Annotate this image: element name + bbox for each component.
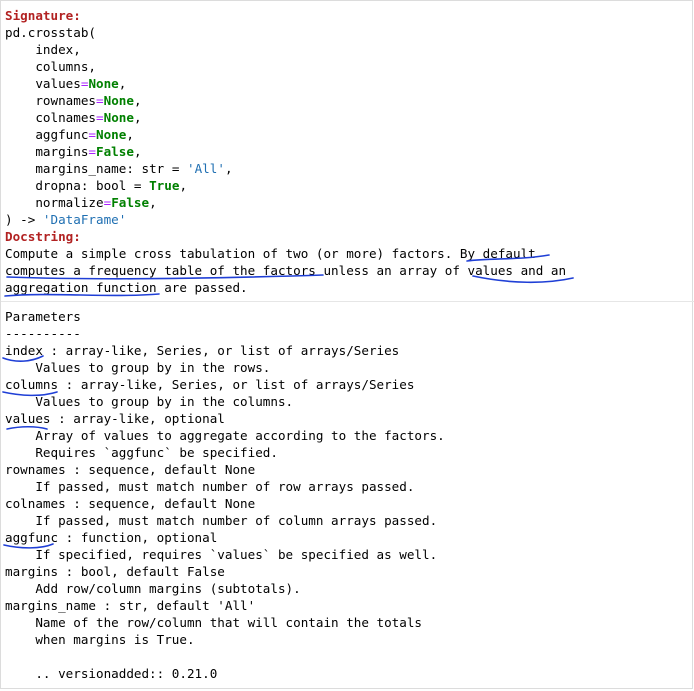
params-line: values : array-like, optional: [5, 411, 225, 426]
docstring-line: aggregation function are passed.: [5, 280, 248, 295]
params-line: margins : bool, default False: [5, 564, 225, 579]
signature-param: columns,: [35, 59, 97, 74]
signature-return: ) -> 'DataFrame': [5, 212, 127, 227]
params-line: aggfunc : function, optional: [5, 530, 218, 545]
params-line: Requires `aggfunc` be specified.: [5, 445, 278, 460]
params-line: Values to group by in the rows.: [5, 360, 271, 375]
signature-param: index,: [35, 42, 81, 57]
signature-param: normalize=False,: [35, 195, 157, 210]
params-line: columns : array-like, Series, or list of…: [5, 377, 415, 392]
params-line: Add row/column margins (subtotals).: [5, 581, 301, 596]
signature-param: dropna: bool = True,: [35, 178, 188, 193]
params-line: index : array-like, Series, or list of a…: [5, 343, 400, 358]
params-line: when margins is True.: [5, 632, 195, 647]
params-line: .. versionadded:: 0.21.0: [5, 666, 218, 681]
section-divider: [1, 301, 694, 302]
params-line: rownames : sequence, default None: [5, 462, 256, 477]
docstring-line: computes a frequency table of the factor…: [5, 263, 567, 278]
signature-param: aggfunc=None,: [35, 127, 134, 142]
docstring-line: Compute a simple cross tabulation of two…: [5, 246, 536, 261]
params-line: Array of values to aggregate according t…: [5, 428, 445, 443]
signature-param: margins_name: str = 'All',: [35, 161, 233, 176]
signature-call: pd.crosstab(: [5, 25, 96, 40]
signature-header: Signature:: [5, 8, 81, 23]
docstring-header: Docstring:: [5, 229, 81, 244]
signature-param: margins=False,: [35, 144, 142, 159]
params-line: If specified, requires `values` be speci…: [5, 547, 438, 562]
params-line: Parameters: [5, 309, 81, 324]
params-line: ----------: [5, 326, 81, 341]
params-line: Values to group by in the columns.: [5, 394, 294, 409]
params-line: Name of the row/column that will contain…: [5, 615, 423, 630]
params-line: If passed, must match number of row arra…: [5, 479, 415, 494]
params-line: margins_name : str, default 'All': [5, 598, 256, 613]
signature-param: values=None,: [35, 76, 127, 91]
params-line: If passed, must match number of column a…: [5, 513, 438, 528]
signature-param: colnames=None,: [35, 110, 142, 125]
params-line: colnames : sequence, default None: [5, 496, 256, 511]
help-output-panel: Signature: pd.crosstab( index, columns, …: [0, 0, 694, 689]
signature-param: rownames=None,: [35, 93, 142, 108]
